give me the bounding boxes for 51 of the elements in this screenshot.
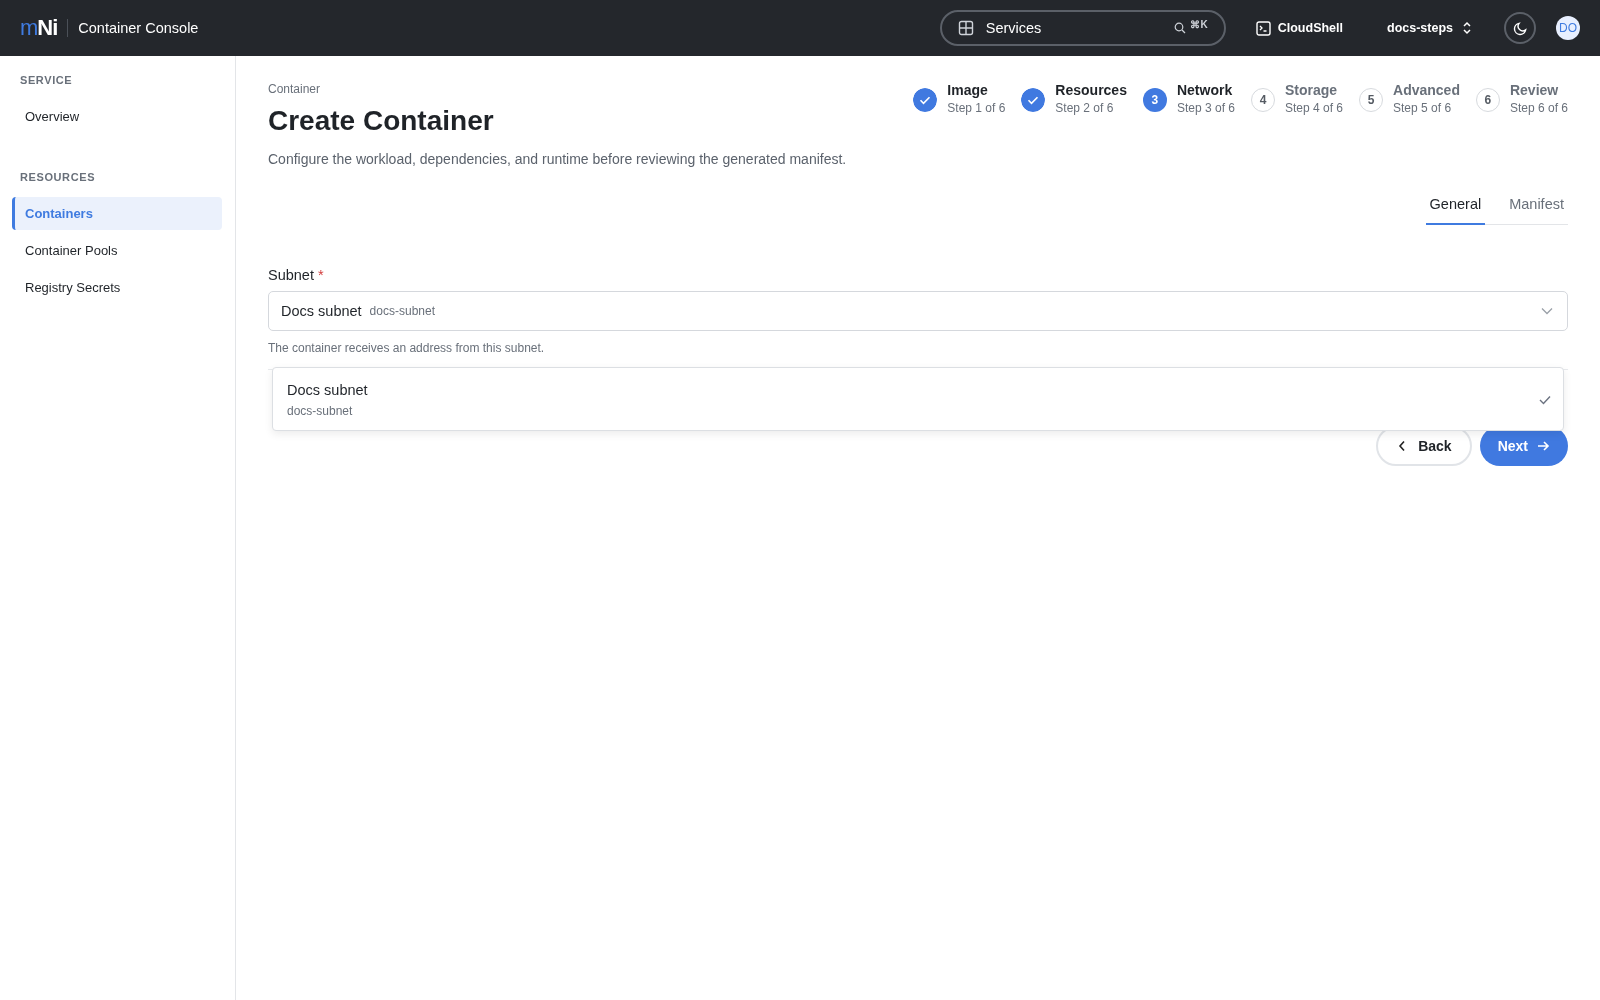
breadcrumb[interactable]: Container (268, 82, 494, 96)
search-icon (1174, 22, 1187, 34)
page-description: Configure the workload, dependencies, and runtime before reviewing the generated manifest. (268, 151, 848, 167)
selected-value-id: docs-subnet (369, 304, 436, 318)
terminal-icon (1255, 20, 1271, 36)
tab[interactable]: Manifest (1505, 188, 1568, 225)
dropdown-option[interactable]: Docs subnet docs-subnet (273, 368, 1563, 430)
section-heading: RESOURCES (19, 171, 97, 183)
step-caption: Step 2 of 6 (1055, 101, 1115, 115)
cloudshell-button[interactable]: CloudShell (1255, 20, 1343, 36)
search-value: Services (985, 20, 1043, 36)
shortcut-hint: ⌘K (1190, 19, 1208, 30)
option-label: Docs subnet (287, 382, 368, 398)
step-number: 3 (1142, 88, 1167, 112)
tab[interactable]: General (1425, 188, 1486, 225)
step-name: Image (947, 82, 989, 98)
step-caption: Step 1 of 6 (947, 101, 1006, 115)
step-caption: Step 6 of 6 (1509, 101, 1568, 115)
check-icon (1539, 395, 1551, 405)
page-title: Create Container (268, 105, 494, 137)
sidebar-item[interactable]: Registry Secrets (12, 271, 222, 304)
step-name: Review (1509, 82, 1560, 98)
step-name: Advanced (1393, 82, 1460, 98)
arrow-right-icon (1537, 440, 1550, 452)
step-name: Resources (1055, 82, 1127, 98)
step-caption: Step 4 of 6 (1285, 101, 1344, 115)
helper-text: The container receives an address from this subnet. (268, 341, 546, 357)
option-id: docs-subnet (287, 404, 354, 418)
step-name: Storage (1285, 82, 1339, 98)
chevron-updown-icon (1462, 21, 1472, 35)
section-heading: SERVICE (19, 74, 74, 86)
sidebar-item[interactable]: Overview (12, 100, 222, 133)
project-selector[interactable]: docs-steps (1387, 21, 1472, 35)
sidebar-item[interactable]: Containers (12, 197, 222, 230)
chevron-down-icon (1541, 307, 1553, 315)
subnet-select[interactable]: Docs subnet docs-subnet (268, 291, 1568, 331)
chevron-left-icon (1398, 440, 1407, 452)
required-mark: * (317, 267, 324, 283)
field-label: Subnet * (268, 267, 325, 283)
theme-toggle-button[interactable] (1504, 12, 1536, 44)
grid-icon (957, 20, 974, 36)
user-avatar[interactable]: DO (1556, 16, 1580, 40)
logo[interactable]: mNi (20, 15, 58, 41)
step-name: Network (1176, 82, 1234, 98)
moon-icon (1512, 20, 1528, 36)
selected-value: Docs subnet (281, 303, 362, 319)
services-search-field[interactable]: Services ⌘K (939, 10, 1226, 46)
step-caption: Step 5 of 6 (1393, 101, 1453, 115)
step-caption: Step 3 of 6 (1176, 101, 1235, 115)
app-title: Container Console (78, 20, 199, 36)
sidebar-item[interactable]: Container Pools (12, 234, 222, 267)
